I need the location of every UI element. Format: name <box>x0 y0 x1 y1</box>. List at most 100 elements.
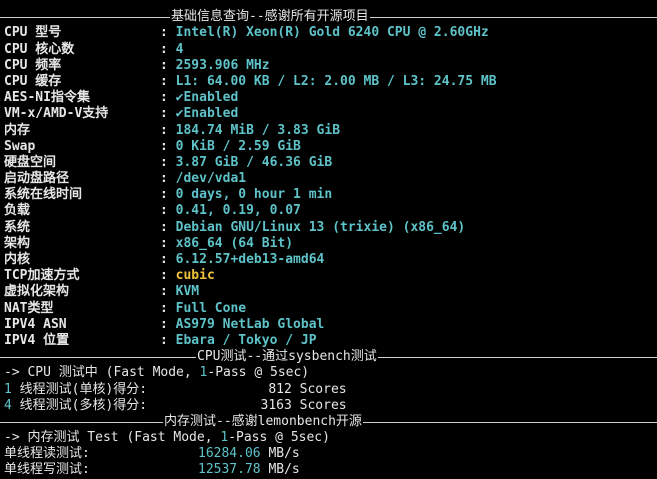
cpu-score-unit: Scores <box>291 381 347 397</box>
sysinfo-row: 硬盘空间: 3.87 GiB / 46.36 GiB <box>0 155 657 171</box>
sysinfo-colon: : <box>160 252 176 267</box>
terminal-window: { "top_partial": " ,---. [---]", "sectio… <box>0 0 657 477</box>
cpu-score-label: 线程测试(多核)得分: <box>11 397 148 413</box>
sysinfo-key: 内核 <box>4 252 31 267</box>
section-header-basic: 基础信息查询--感谢所有开源项目 <box>0 9 657 25</box>
sysinfo-key: 系统在线时间 <box>4 187 83 203</box>
mem-result-value: 16284.06 <box>198 446 261 462</box>
sysinfo-colon: : <box>160 122 176 138</box>
sysinfo-key: CPU 型号 <box>4 25 62 41</box>
sysinfo-value: Full Cone <box>175 300 247 316</box>
thread-count: 1 <box>4 381 12 397</box>
sysinfo-value: ✔Enabled <box>175 90 239 106</box>
sysinfo-value: Ebara / Tokyo / JP <box>175 332 317 348</box>
sysinfo-row: 系统: Debian GNU/Linux 13 (trixie) (x86_64… <box>0 220 657 236</box>
sysinfo-colon: : <box>160 332 176 348</box>
mem-result-unit: MB/s <box>260 462 300 478</box>
sysinfo-key: AES-NI指令集 <box>4 90 90 106</box>
mem-test-header: -> 内存测试 Test (Fast Mode, 1-Pass @ 5sec) <box>0 430 657 446</box>
sysinfo-colon: : <box>160 57 176 73</box>
cpu-score-label: 线程测试(单核)得分: <box>11 381 148 397</box>
thread-count: 4 <box>4 397 12 413</box>
sysinfo-row: 虚拟化架构: KVM <box>0 284 657 300</box>
sysinfo-key: TCP加速方式 <box>4 268 80 284</box>
sysinfo-key: 架构 <box>4 235 31 251</box>
sysinfo-row: CPU 缓存: L1: 64.00 KB / L2: 2.00 MB / L3:… <box>0 74 657 90</box>
section-header-cpu: CPU测试--通过sysbench测试 <box>0 349 657 365</box>
sysinfo-colon: : <box>160 300 176 316</box>
cpu-test-header: -> CPU 测试中 (Fast Mode, 1-Pass @ 5sec) <box>0 365 657 381</box>
sysinfo-colon: : <box>160 171 176 187</box>
sysinfo-value: 4 <box>175 41 184 57</box>
sysinfo-key: CPU 核心数 <box>4 41 75 57</box>
rule-right <box>362 421 657 423</box>
sysinfo-key: 虚拟化架构 <box>4 284 70 300</box>
sysinfo-value: cubic <box>175 268 215 284</box>
sysinfo-value: 2593.906 MHz <box>175 57 270 73</box>
sysinfo-colon: : <box>160 154 176 170</box>
mem-result-label: 单线程写测试: <box>4 462 90 478</box>
sysinfo-colon: : <box>160 203 176 219</box>
sysinfo-colon: : <box>160 187 176 203</box>
sysinfo-row: IPV4 ASN: AS979 NetLab Global <box>0 317 657 333</box>
sysinfo-value: 3.87 GiB / 46.36 GiB <box>175 154 333 170</box>
sysinfo-row: AES-NI指令集: ✔Enabled <box>0 90 657 106</box>
sysinfo-value: /dev/vda1 <box>175 171 247 187</box>
sysinfo-row: 内核: 6.12.57+deb13-amd64 <box>0 252 657 268</box>
sysinfo-value: L1: 64.00 KB / L2: 2.00 MB / L3: 24.75 M… <box>175 73 497 89</box>
sysinfo-value: KVM <box>175 284 200 300</box>
sysinfo-key: 启动盘路径 <box>4 171 70 187</box>
sysinfo-colon: : <box>160 235 176 251</box>
sysinfo-colon: : <box>160 90 176 106</box>
sysinfo-key: CPU 频率 <box>4 57 62 73</box>
sysinfo-row: CPU 频率: 2593.906 MHz <box>0 58 657 74</box>
cpu-header-text: -> CPU 测试中 (Fast Mode, <box>4 365 200 381</box>
sysinfo-value: ✔Enabled <box>175 106 239 122</box>
section-title-basic: 基础信息查询--感谢所有开源项目 <box>171 9 369 25</box>
rule-left <box>0 17 170 19</box>
sysinfo-row: CPU 型号: Intel(R) Xeon(R) Gold 6240 CPU @… <box>0 25 657 41</box>
rule-right <box>369 17 657 19</box>
sysinfo-key: IPV4 位置 <box>4 332 70 348</box>
sysinfo-row: Swap: 0 KiB / 2.59 GiB <box>0 139 657 155</box>
cpu-score-row: 1 线程测试(单核)得分: 812 Scores <box>0 382 657 398</box>
cpu-score-value: 812 <box>268 381 292 397</box>
sysinfo-key: Swap <box>4 138 36 154</box>
sysinfo-row: CPU 核心数: 4 <box>0 42 657 58</box>
sysinfo-colon: : <box>160 41 176 57</box>
sysinfo-row: 内存: 184.74 MiB / 3.83 GiB <box>0 123 657 139</box>
system-info-list: CPU 型号: Intel(R) Xeon(R) Gold 6240 CPU @… <box>0 25 657 349</box>
rule-left <box>0 421 163 423</box>
cpu-header-suffix: -Pass @ 5sec) <box>207 365 310 381</box>
sysinfo-row: 系统在线时间: 0 days, 0 hour 1 min <box>0 187 657 203</box>
section-title-cpu: CPU测试--通过sysbench测试 <box>197 349 377 365</box>
mem-header-suffix: -Pass @ 5sec) <box>228 430 330 446</box>
sysinfo-key: IPV4 ASN <box>4 316 67 332</box>
sysinfo-value: 0 days, 0 hour 1 min <box>175 187 333 203</box>
sysinfo-value: Intel(R) Xeon(R) Gold 6240 CPU @ 2.60GHz <box>175 25 489 41</box>
sysinfo-value: 6.12.57+deb13-amd64 <box>175 252 325 267</box>
mem-header-text: -> 内存测试 Test (Fast Mode, <box>4 430 221 446</box>
memory-result-list: 单线程读测试: 16284.06 MB/s 单线程写测试: 12537.78 MB/s <box>0 446 657 478</box>
sysinfo-colon: : <box>160 284 176 300</box>
sysinfo-row: IPV4 位置: Ebara / Tokyo / JP <box>0 333 657 349</box>
sysinfo-row: 启动盘路径: /dev/vda1 <box>0 171 657 187</box>
rule-right <box>377 357 657 359</box>
sysinfo-key: CPU 缓存 <box>4 73 62 89</box>
sysinfo-row: 架构: x86_64 (64 Bit) <box>0 236 657 252</box>
rule-left <box>0 357 196 359</box>
sysinfo-value: 184.74 MiB / 3.83 GiB <box>175 122 341 138</box>
sysinfo-row: VM-x/AMD-V支持: ✔Enabled <box>0 106 657 122</box>
section-title-mem: 内存测试--感谢lemonbench开源 <box>164 413 362 429</box>
sysinfo-value: AS979 NetLab Global <box>175 316 325 332</box>
sysinfo-key: 内存 <box>4 122 31 138</box>
clipped-text: ,---. [---] <box>4 0 114 8</box>
sysinfo-colon: : <box>160 316 176 332</box>
sysinfo-key: 负载 <box>4 203 31 219</box>
cpu-score-row: 4 线程测试(多核)得分: 3163 Scores <box>0 398 657 414</box>
sysinfo-value: 0 KiB / 2.59 GiB <box>175 138 301 154</box>
sysinfo-colon: : <box>160 25 176 41</box>
terminal-output: ,---. [---] 基础信息查询--感谢所有开源项目 CPU 型号: Int… <box>0 0 657 479</box>
sysinfo-key: 硬盘空间 <box>4 154 57 170</box>
cpu-score-list: 1 线程测试(单核)得分: 812 Scores 4 线程测试(多核)得分: 3163… <box>0 382 657 414</box>
